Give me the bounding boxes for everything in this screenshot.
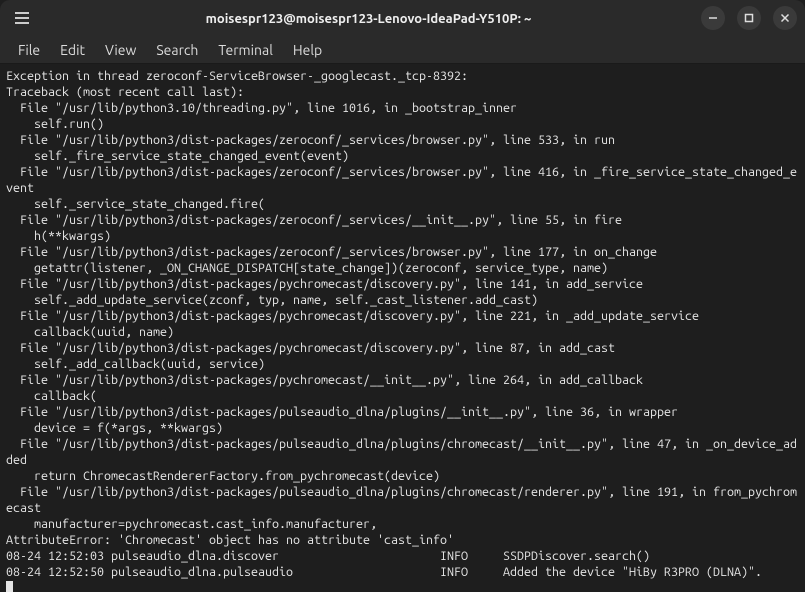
window-controls	[701, 6, 797, 30]
terminal-window: moisespr123@moisespr123-Lenovo-IdeaPad-Y…	[0, 0, 805, 592]
minimize-button[interactable]	[701, 6, 725, 30]
menubar: File Edit View Search Terminal Help	[0, 36, 805, 64]
menu-view[interactable]: View	[95, 39, 146, 61]
menu-edit[interactable]: Edit	[50, 39, 95, 61]
menu-terminal[interactable]: Terminal	[208, 39, 283, 61]
cursor	[6, 581, 13, 592]
maximize-button[interactable]	[737, 6, 761, 30]
window-title: moisespr123@moisespr123-Lenovo-IdeaPad-Y…	[206, 12, 532, 26]
hamburger-menu-button[interactable]	[8, 4, 36, 32]
menu-help[interactable]: Help	[283, 39, 332, 61]
menu-file[interactable]: File	[8, 39, 50, 61]
menu-search[interactable]: Search	[146, 39, 208, 61]
close-button[interactable]	[773, 6, 797, 30]
terminal-output[interactable]: Exception in thread zeroconf-ServiceBrow…	[0, 64, 805, 592]
titlebar: moisespr123@moisespr123-Lenovo-IdeaPad-Y…	[0, 0, 805, 36]
